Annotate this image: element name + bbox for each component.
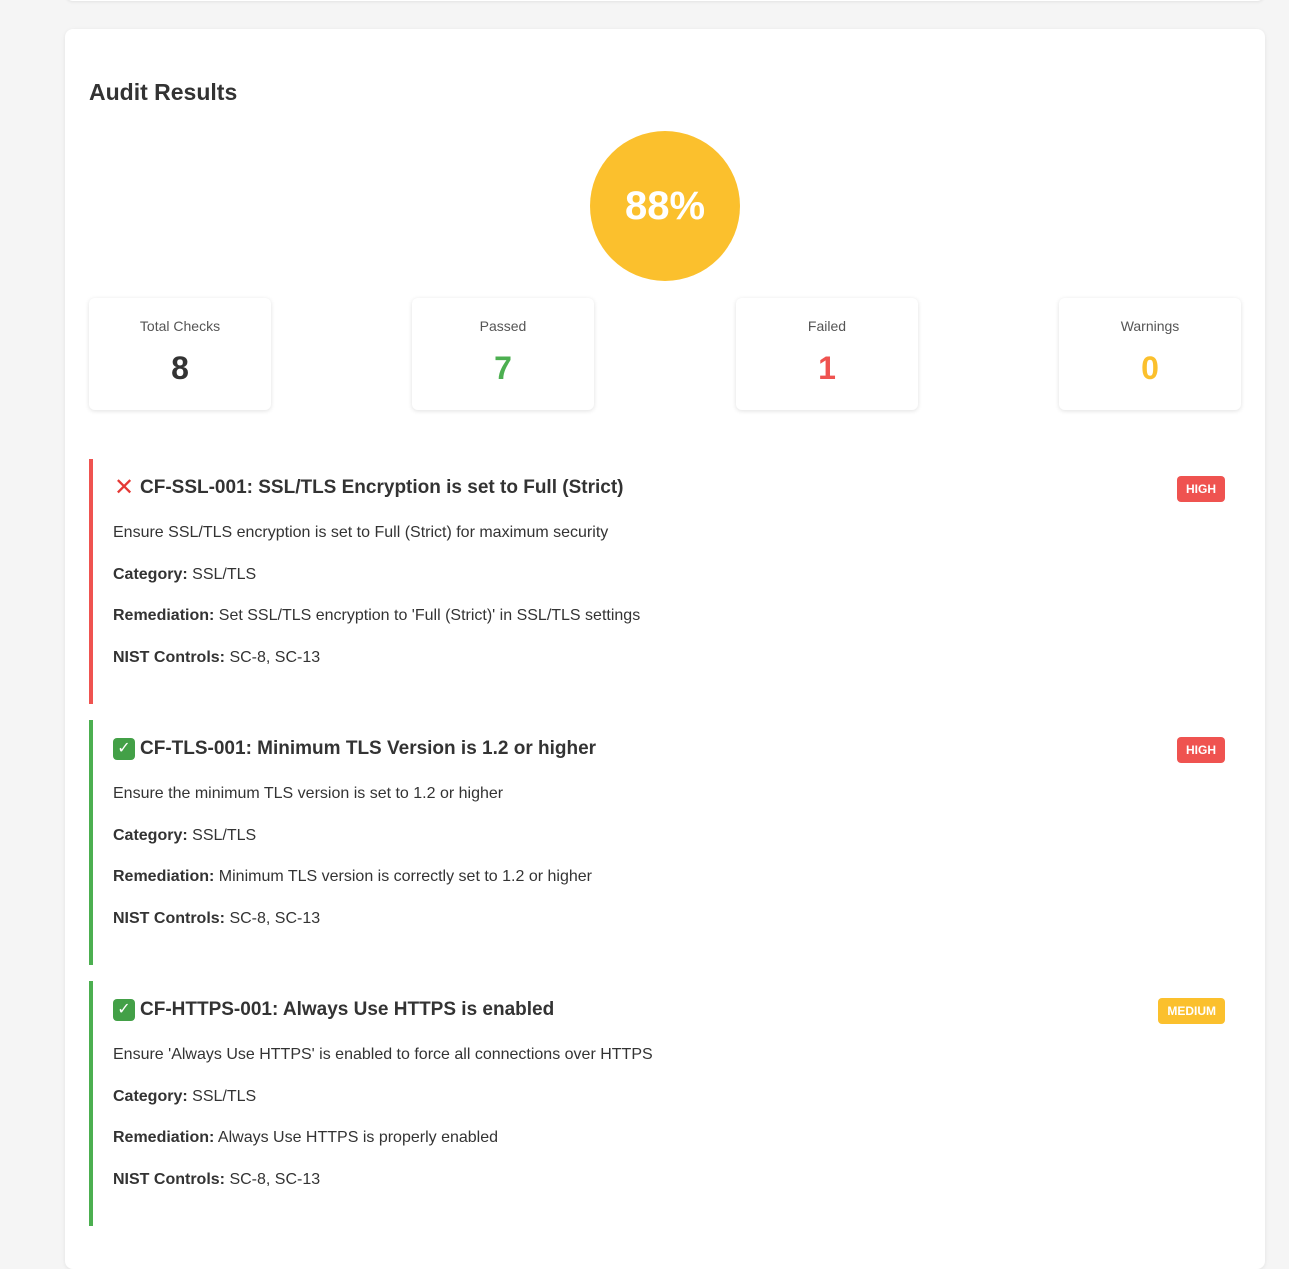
check-title: ✕ CF-SSL-001: SSL/TLS Encryption is set … — [113, 474, 624, 501]
category-value: SSL/TLS — [192, 566, 257, 583]
check-description: Ensure 'Always Use HTTPS' is enabled to … — [113, 1046, 653, 1063]
category-label: Category: — [113, 827, 188, 844]
nist-label: NIST Controls: — [113, 910, 225, 927]
stat-value: 7 — [494, 350, 512, 386]
nist-label: NIST Controls: — [113, 1171, 225, 1188]
stats-row: Total Checks 8 Passed 7 Failed 1 Warning… — [89, 298, 1241, 410]
page-title: Audit Results — [89, 79, 238, 105]
severity-badge: MEDIUM — [1158, 998, 1225, 1024]
remediation-value: Set SSL/TLS encryption to 'Full (Strict)… — [218, 607, 641, 624]
check-icon: ✓ — [113, 738, 135, 760]
nist-value: SC-8, SC-13 — [229, 910, 321, 927]
check-description: Ensure SSL/TLS encryption is set to Full… — [113, 524, 609, 541]
check-nist-controls: NIST Controls: SC-8, SC-13 — [113, 1171, 320, 1189]
stat-value: 0 — [1141, 350, 1159, 386]
stat-card-passed: Passed 7 — [412, 298, 594, 410]
check-item: ✕ CF-SSL-001: SSL/TLS Encryption is set … — [89, 459, 1241, 704]
check-remediation: Remediation: Minimum TLS version is corr… — [113, 868, 592, 886]
check-title: ✓ CF-HTTPS-001: Always Use HTTPS is enab… — [113, 999, 554, 1021]
score-circle: 88% — [590, 131, 740, 281]
category-value: SSL/TLS — [192, 827, 257, 844]
audit-results-card: Audit Results 88% Total Checks 8 Passed … — [65, 29, 1265, 1269]
stat-label: Failed — [807, 318, 847, 334]
stat-card-failed: Failed 1 — [736, 298, 918, 410]
check-icon: ✓ — [113, 999, 135, 1021]
category-value: SSL/TLS — [192, 1088, 257, 1105]
check-title-text: CF-SSL-001: SSL/TLS Encryption is set to… — [140, 477, 624, 498]
severity-badge: HIGH — [1177, 737, 1225, 763]
stat-value: 8 — [171, 350, 189, 386]
check-description: Ensure the minimum TLS version is set to… — [113, 785, 504, 802]
remediation-label: Remediation: — [113, 868, 215, 885]
remediation-label: Remediation: — [113, 607, 215, 624]
stat-label: Passed — [479, 318, 527, 334]
check-item: ✓ CF-HTTPS-001: Always Use HTTPS is enab… — [89, 981, 1241, 1226]
nist-label: NIST Controls: — [113, 649, 225, 666]
stat-label: Total Checks — [139, 318, 221, 334]
check-item: ✓ CF-TLS-001: Minimum TLS Version is 1.2… — [89, 720, 1241, 965]
check-category: Category: SSL/TLS — [113, 1088, 256, 1106]
stat-label: Warnings — [1120, 318, 1180, 334]
nist-value: SC-8, SC-13 — [229, 649, 321, 666]
stat-card-total: Total Checks 8 — [89, 298, 271, 410]
remediation-value: Always Use HTTPS is properly enabled — [217, 1129, 499, 1146]
check-title-text: CF-TLS-001: Minimum TLS Version is 1.2 o… — [140, 738, 597, 759]
stat-card-warnings: Warnings 0 — [1059, 298, 1241, 410]
check-category: Category: SSL/TLS — [113, 566, 256, 584]
category-label: Category: — [113, 566, 188, 583]
check-title: ✓ CF-TLS-001: Minimum TLS Version is 1.2… — [113, 738, 596, 760]
remediation-label: Remediation: — [113, 1129, 215, 1146]
check-remediation: Remediation: Always Use HTTPS is properl… — [113, 1129, 498, 1147]
cross-icon: ✕ — [113, 474, 135, 501]
remediation-value: Minimum TLS version is correctly set to … — [218, 868, 592, 885]
previous-card — [65, 0, 1265, 1]
check-nist-controls: NIST Controls: SC-8, SC-13 — [113, 910, 320, 928]
category-label: Category: — [113, 1088, 188, 1105]
check-category: Category: SSL/TLS — [113, 827, 256, 845]
nist-value: SC-8, SC-13 — [229, 1171, 321, 1188]
check-remediation: Remediation: Set SSL/TLS encryption to '… — [113, 607, 640, 625]
check-title-text: CF-HTTPS-001: Always Use HTTPS is enable… — [140, 999, 555, 1020]
severity-badge: HIGH — [1177, 476, 1225, 502]
stat-value: 1 — [818, 350, 836, 386]
check-nist-controls: NIST Controls: SC-8, SC-13 — [113, 649, 320, 667]
